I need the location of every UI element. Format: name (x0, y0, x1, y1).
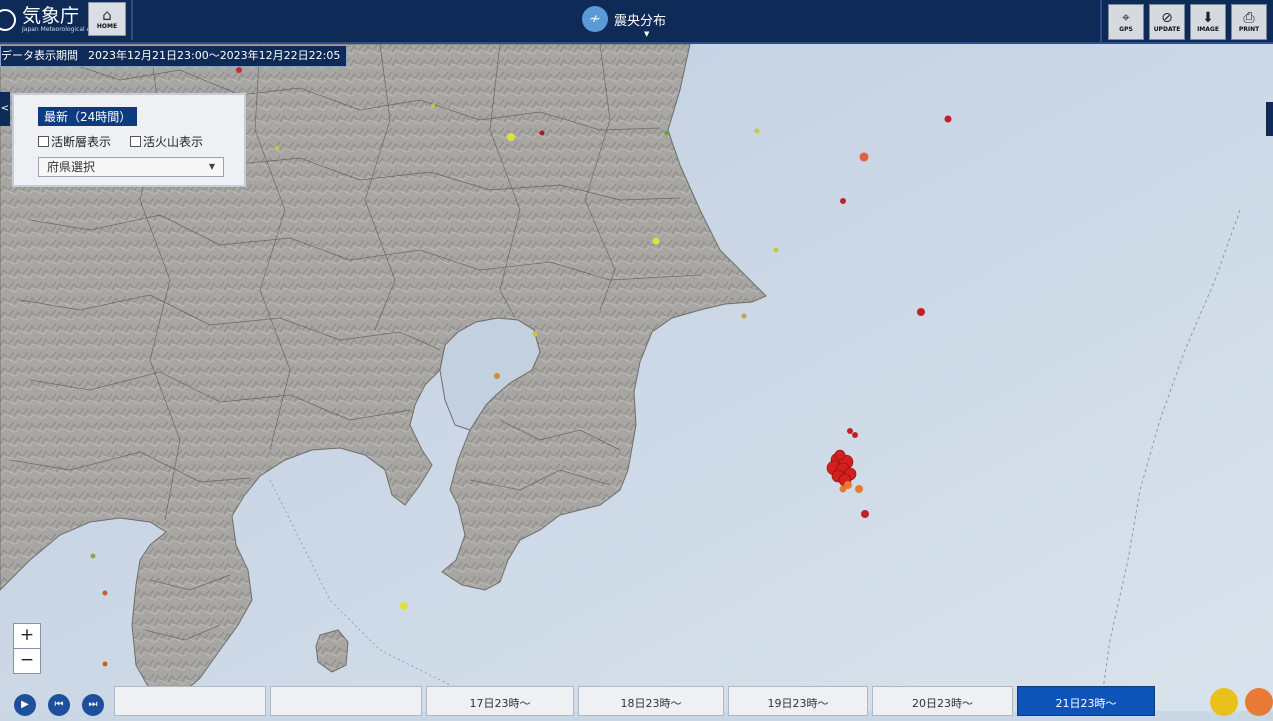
chevron-left-icon: < (0, 103, 10, 114)
play-button[interactable]: ▶ (14, 694, 36, 716)
active-volcano-label: 活火山表示 (143, 135, 204, 149)
zoom-control: + − (13, 623, 41, 674)
epicenter-marker[interactable] (102, 590, 108, 596)
image-button[interactable]: ⬇ IMAGE (1190, 4, 1226, 40)
play-icon: ▶ (21, 699, 29, 710)
update-label: UPDATE (1153, 26, 1181, 33)
epicenter-marker[interactable] (90, 553, 96, 559)
skip-back-icon: ⏮ (54, 699, 64, 710)
epicenter-marker[interactable] (859, 152, 869, 162)
prefecture-select[interactable]: 府県選択 ▼ (38, 157, 224, 177)
epicenter-marker[interactable] (494, 373, 500, 379)
epicenter-marker[interactable] (840, 198, 846, 204)
epicenter-marker[interactable] (507, 133, 515, 141)
timeline-tab[interactable]: 20日23時～ (872, 686, 1013, 716)
print-label: PRINT (1238, 26, 1260, 33)
timeline-tab[interactable]: 17日23時～ (426, 686, 574, 716)
gps-label: GPS (1119, 26, 1133, 33)
update-icon: ⊘ (1161, 10, 1173, 26)
legend-button[interactable] (1210, 688, 1238, 716)
epicenter-marker[interactable] (539, 130, 545, 136)
header-divider (131, 0, 133, 40)
active-volcano-checkbox[interactable]: 活火山表示 (130, 133, 203, 150)
skip-forward-icon: ⏭ (88, 699, 98, 710)
active-fault-checkbox[interactable]: 活断層表示 (38, 133, 111, 150)
epicenter-marker[interactable] (861, 510, 869, 518)
epicenter-marker[interactable] (944, 115, 952, 123)
epicenter-marker[interactable] (917, 308, 925, 316)
epicenter-marker[interactable] (754, 128, 760, 134)
jma-logo-icon (0, 9, 16, 31)
data-period-bar: データ表示期間 2023年12月21日23:00～2023年12月22日22:0… (0, 45, 348, 67)
epicenter-marker[interactable] (652, 237, 660, 245)
active-fault-label: 活断層表示 (51, 135, 112, 149)
chevron-down-icon: ▼ (644, 30, 650, 38)
epicenter-marker[interactable] (741, 313, 747, 319)
prefecture-select-value: 府県選択 (47, 160, 96, 174)
epicenter-marker[interactable] (275, 146, 279, 150)
page-title-menu[interactable]: ≁ 震央分布 ▼ (582, 6, 667, 38)
toolbar: ⌖ GPS ⊘ UPDATE ⬇ IMAGE ⎙ PRINT (1100, 0, 1273, 44)
print-button[interactable]: ⎙ PRINT (1231, 4, 1267, 40)
timeline-tab[interactable] (270, 686, 422, 716)
timeline-tab[interactable] (114, 686, 266, 716)
skip-back-button[interactable]: ⏮ (48, 694, 70, 716)
zoom-out-button[interactable]: − (14, 648, 40, 673)
epicenter-marker[interactable] (532, 331, 538, 337)
update-button[interactable]: ⊘ UPDATE (1149, 4, 1185, 40)
download-icon: ⬇ (1202, 10, 1214, 26)
timeline-tab[interactable]: 18日23時～ (578, 686, 724, 716)
epicenter-marker[interactable] (431, 104, 435, 108)
print-icon: ⎙ (1243, 10, 1255, 26)
epicenter-marker[interactable] (400, 602, 408, 610)
page-title: 震央分布 (614, 13, 667, 29)
latest-24h-button[interactable]: 最新（24時間） (38, 107, 138, 126)
home-button[interactable]: ⌂ HOME (88, 2, 126, 36)
panel-collapse-button[interactable]: < (0, 92, 10, 126)
right-panel-tab[interactable] (1266, 102, 1273, 136)
epicenter-marker[interactable] (236, 67, 242, 73)
epicenter-map-icon: ≁ (582, 6, 608, 32)
checkbox-icon (38, 136, 49, 147)
timeline-tab-active[interactable]: 21日23時～ (1017, 686, 1155, 716)
top-header: 気象庁 Japan Meteorological Agency ⌂ HOME ≁… (0, 0, 1273, 44)
epicenter-marker[interactable] (852, 432, 858, 438)
epicenter-marker[interactable] (664, 130, 670, 136)
epicenter-marker[interactable] (847, 428, 853, 434)
zoom-in-button[interactable]: + (14, 624, 40, 648)
chevron-down-icon: ▼ (208, 162, 215, 171)
manual-button[interactable] (1245, 688, 1273, 716)
checkbox-icon (130, 136, 141, 147)
display-options-panel: 最新（24時間） 活断層表示 活火山表示 府県選択 ▼ (12, 93, 246, 187)
epicenter-marker[interactable] (773, 247, 779, 253)
gps-icon: ⌖ (1122, 10, 1130, 26)
period-range: 2023年12月21日23:00～2023年12月22日22:05 (88, 49, 341, 62)
gps-button[interactable]: ⌖ GPS (1108, 4, 1144, 40)
home-icon: ⌂ (102, 6, 112, 24)
home-label: HOME (96, 23, 118, 30)
image-label: IMAGE (1197, 26, 1219, 33)
timeline-tab[interactable]: 19日23時～ (728, 686, 868, 716)
epicenter-marker[interactable] (102, 661, 108, 667)
skip-forward-button[interactable]: ⏭ (82, 694, 104, 716)
period-label: データ表示期間 (1, 49, 78, 62)
